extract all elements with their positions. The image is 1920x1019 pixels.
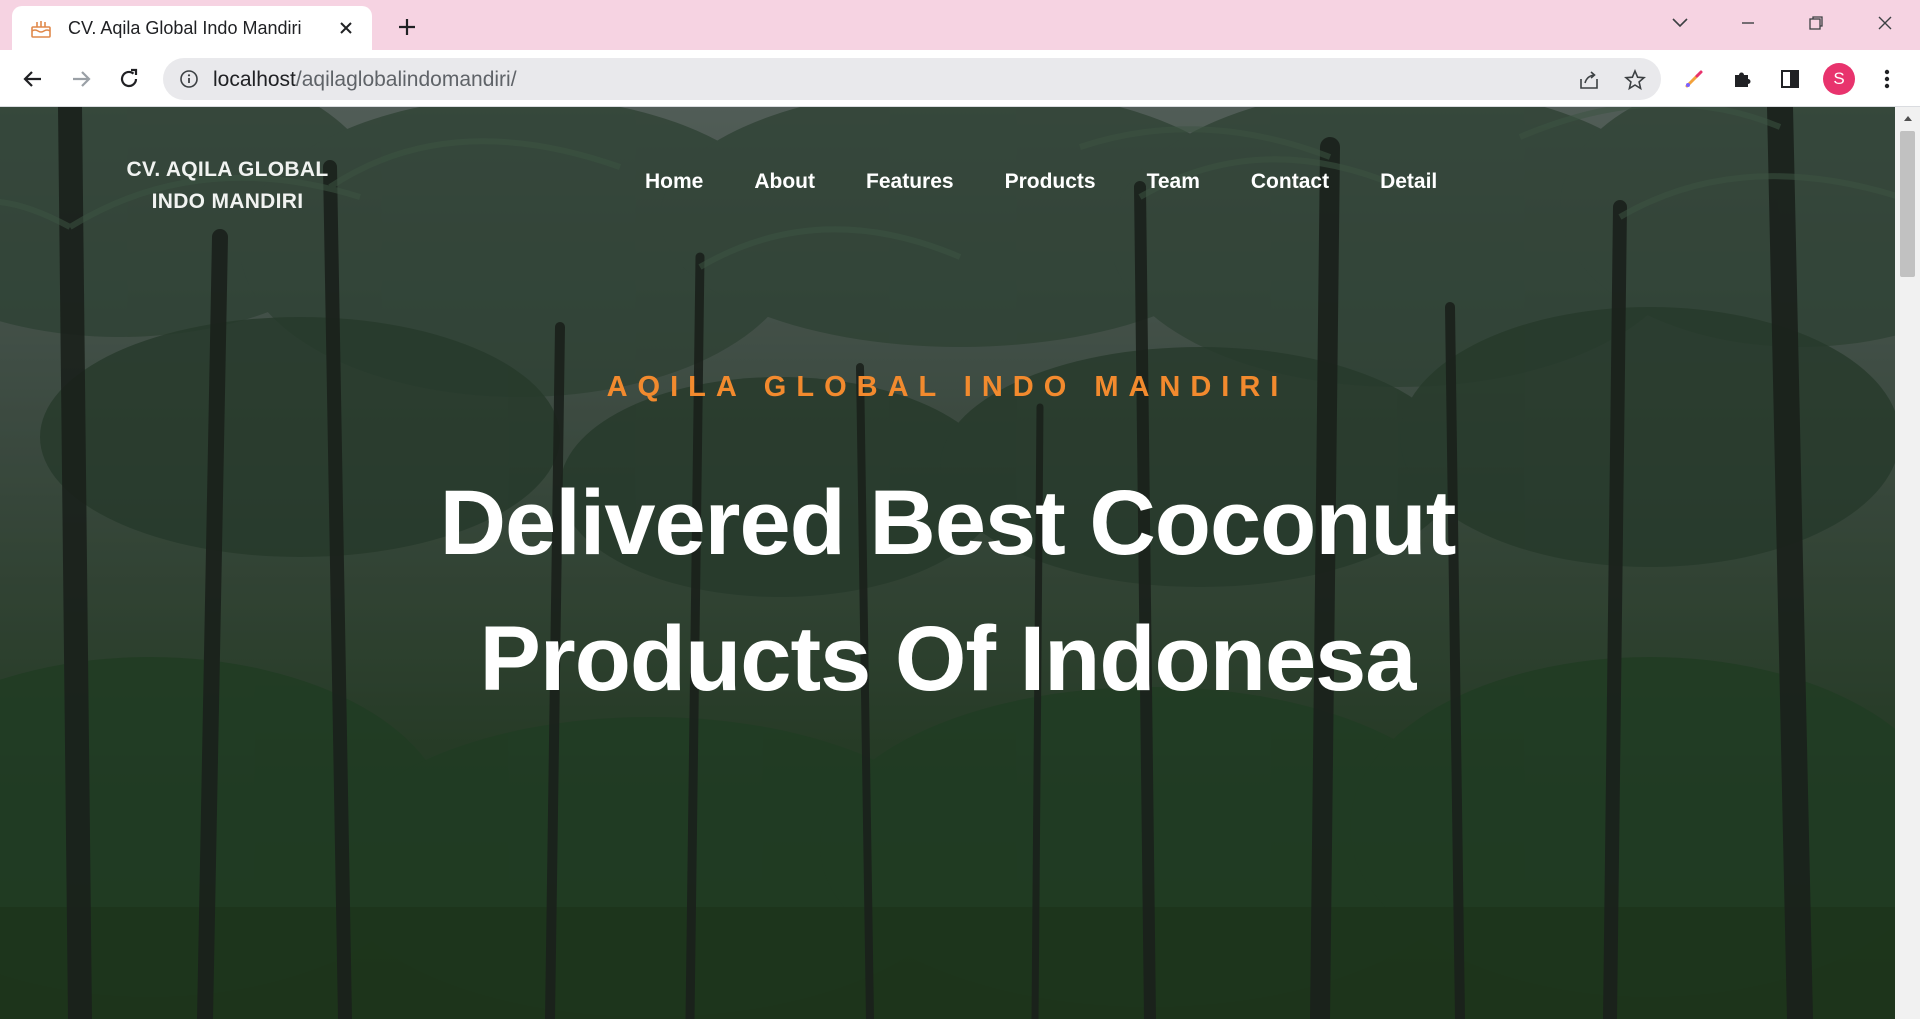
- nav-home[interactable]: Home: [645, 170, 703, 194]
- back-icon[interactable]: [14, 60, 52, 98]
- site-brand-logo[interactable]: CV. AQILA GLOBAL INDO MANDIRI: [120, 154, 335, 218]
- browser-tabstrip: CV. Aqila Global Indo Mandiri: [0, 0, 1920, 50]
- nav-about[interactable]: About: [754, 170, 815, 194]
- tab-title: CV. Aqila Global Indo Mandiri: [68, 17, 302, 38]
- address-bar[interactable]: localhost/aqilaglobalindomandiri/: [163, 58, 1661, 100]
- nav-products[interactable]: Products: [1005, 170, 1096, 194]
- scrollbar-thumb[interactable]: [1900, 131, 1915, 277]
- nav-detail[interactable]: Detail: [1380, 170, 1437, 194]
- hero-eyebrow: AQILA GLOBAL INDO MANDIRI: [606, 371, 1289, 403]
- browser-toolbar: localhost/aqilaglobalindomandiri/ S: [0, 50, 1920, 107]
- hero-headline-line1: Delivered Best Coconut: [439, 472, 1457, 574]
- url-path: /aqilaglobalindomandiri/: [295, 68, 517, 91]
- color-picker-extension-icon[interactable]: [1675, 60, 1713, 98]
- share-icon[interactable]: [1575, 66, 1603, 94]
- site-nav: Home About Features Products Team Contac…: [645, 170, 1437, 194]
- reload-icon[interactable]: [110, 60, 148, 98]
- page-scrollbar[interactable]: [1895, 107, 1920, 1019]
- url-text: localhost/aqilaglobalindomandiri/: [213, 68, 517, 92]
- url-host: localhost: [213, 68, 296, 91]
- close-icon[interactable]: [332, 14, 360, 42]
- new-tab-icon[interactable]: [390, 10, 424, 44]
- menu-icon[interactable]: [1868, 60, 1906, 98]
- tab-search-icon[interactable]: [1660, 6, 1700, 40]
- side-panel-icon[interactable]: [1771, 60, 1809, 98]
- cake-favicon-icon: [28, 15, 54, 41]
- forward-icon[interactable]: [62, 60, 100, 98]
- window-close-icon[interactable]: [1865, 6, 1905, 40]
- hero-headline-line2: Products Of Indonesa: [479, 608, 1417, 710]
- profile-avatar[interactable]: S: [1823, 63, 1855, 95]
- hero-headline: Delivered Best Coconut Products Of Indon…: [0, 455, 1895, 727]
- minimize-icon[interactable]: [1728, 6, 1768, 40]
- puzzle-icon[interactable]: [1723, 60, 1761, 98]
- info-icon[interactable]: [177, 67, 201, 91]
- star-icon[interactable]: [1621, 66, 1649, 94]
- page-viewport: CV. AQILA GLOBAL INDO MANDIRI Home About…: [0, 107, 1895, 1019]
- nav-features[interactable]: Features: [866, 170, 954, 194]
- scroll-up-arrow-icon[interactable]: [1895, 107, 1920, 129]
- nav-contact[interactable]: Contact: [1251, 170, 1329, 194]
- browser-tab-active[interactable]: CV. Aqila Global Indo Mandiri: [12, 6, 372, 50]
- nav-team[interactable]: Team: [1147, 170, 1200, 194]
- restore-icon[interactable]: [1796, 6, 1836, 40]
